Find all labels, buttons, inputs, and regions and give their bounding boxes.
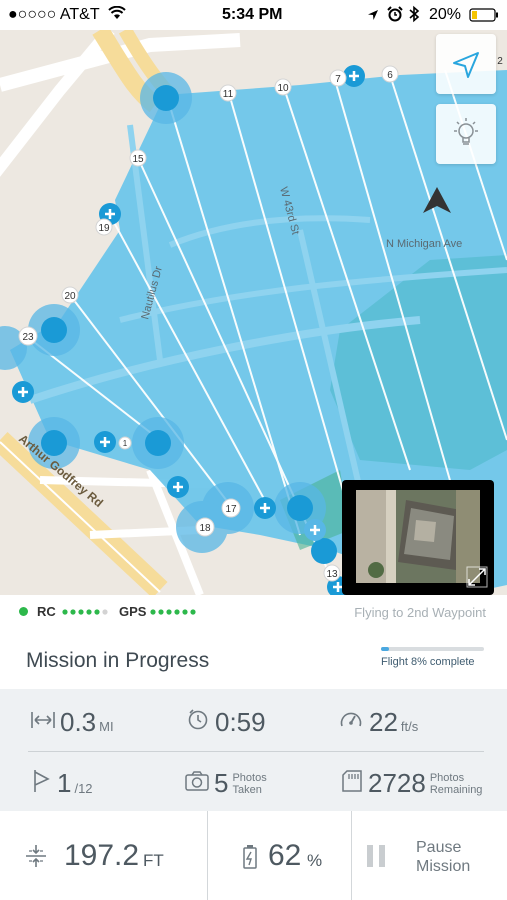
- waypoint-label: 10: [277, 83, 289, 94]
- waypoint-label: 20: [64, 291, 76, 302]
- speedometer-icon: [339, 709, 363, 736]
- photos-remaining-value: 2728: [368, 768, 426, 798]
- rc-label: RC: [37, 604, 56, 619]
- photos-remaining-label: Photos Remaining: [429, 771, 483, 796]
- waypoint-total: /12: [74, 781, 93, 796]
- battery-icon: [469, 8, 499, 27]
- photos-taken-value: 5: [214, 768, 229, 798]
- distance-stat: 0.3 MI: [30, 707, 114, 738]
- altitude-icon: [24, 844, 48, 873]
- location-arrow-icon: [367, 8, 379, 26]
- waypoint-label: 19: [98, 223, 110, 234]
- photos-remaining-stat: 2728 Photos Remaining: [342, 768, 482, 799]
- altitude-value: 197.2: [64, 839, 140, 872]
- bluetooth-icon: [408, 5, 420, 28]
- mission-header: Mission in Progress Flight 8% complete: [0, 633, 507, 690]
- locate-button[interactable]: [436, 34, 496, 94]
- waypoint-label: 18: [199, 523, 211, 534]
- speed-value: 22: [369, 707, 398, 737]
- gps-label: GPS: [119, 604, 147, 619]
- waypoint-value: 1: [57, 768, 72, 798]
- pause-mission-button[interactable]: Pause Mission: [352, 811, 507, 900]
- battery-percent: 20%: [429, 6, 462, 23]
- distance-icon: [30, 710, 56, 735]
- time-value: 0:59: [215, 707, 266, 737]
- rc-status-dot: [19, 607, 28, 616]
- connection-status-row: RC GPS Flying to 2nd Waypoint: [0, 595, 507, 634]
- rc-signal-bars: [62, 609, 110, 615]
- photos-taken-stat: 5 Photos Taken: [185, 768, 267, 799]
- camera-icon: [185, 771, 209, 796]
- waypoint-label: 23: [22, 332, 34, 343]
- flight-progress-fill: [381, 647, 390, 651]
- gps-signal-bars: [150, 609, 198, 615]
- camera-preview[interactable]: [342, 480, 494, 595]
- waypoint-label: 2: [497, 56, 503, 67]
- flight-progress-text: Flight 8% complete: [381, 656, 475, 668]
- flight-status-text: Flying to 2nd Waypoint: [354, 605, 486, 620]
- pause-mission-label: Pause Mission: [416, 839, 471, 875]
- bottom-bar: 197.2 FT 62 % Pause Mission: [0, 811, 507, 900]
- drone-battery-unit: %: [307, 851, 323, 870]
- speed-stat: 22 ft/s: [339, 707, 418, 738]
- waypoint-label: 7: [335, 74, 341, 85]
- lightbulb-button[interactable]: [436, 104, 496, 164]
- speed-unit: ft/s: [400, 719, 419, 734]
- waypoint-label: 17: [225, 504, 237, 515]
- carrier-signal: ●○○○○ AT&T: [8, 6, 100, 23]
- flag-icon: [33, 769, 51, 798]
- pause-icon: [365, 844, 387, 873]
- waypoint-label: 15: [132, 154, 144, 165]
- aerial-camera-feed: [356, 490, 480, 583]
- drone-battery-icon: [242, 844, 258, 875]
- sd-card-icon: [342, 770, 362, 797]
- distance-unit: MI: [99, 719, 114, 734]
- time-stat: 0:59: [187, 707, 266, 738]
- altitude-unit: FT: [143, 851, 164, 870]
- flight-progress-bar: [381, 647, 484, 651]
- street-label: N Michigan Ave: [386, 238, 462, 250]
- waypoint-label: 13: [326, 569, 338, 580]
- distance-value: 0.3: [60, 707, 97, 737]
- wifi-icon: [108, 5, 126, 25]
- photos-taken-label: Photos Taken: [232, 771, 267, 796]
- battery-panel: 62 %: [208, 811, 351, 900]
- alarm-icon: [387, 6, 403, 27]
- altitude-panel: 197.2 FT: [0, 811, 207, 900]
- waypoint-stat: 1 /12: [33, 768, 93, 799]
- mission-title: Mission in Progress: [26, 649, 210, 672]
- status-bar: ●○○○○ AT&T 5:34 PM 20%: [0, 0, 507, 30]
- stats-divider: [28, 751, 484, 752]
- clock: 5:34 PM: [222, 6, 283, 23]
- waypoint-label: 11: [223, 89, 234, 100]
- mission-stats: 0.3 MI 0:59 22 ft/s 1 /12 5 Photos Taken …: [0, 689, 507, 812]
- mission-map[interactable]: 7 6 10 11 15 19 20 23 17 18 13 1 2 Nauti…: [0, 30, 507, 595]
- waypoint-label: 6: [387, 70, 393, 81]
- timer-icon: [187, 709, 209, 736]
- drone-battery-value: 62: [268, 839, 302, 872]
- waypoint-label: 1: [123, 439, 128, 448]
